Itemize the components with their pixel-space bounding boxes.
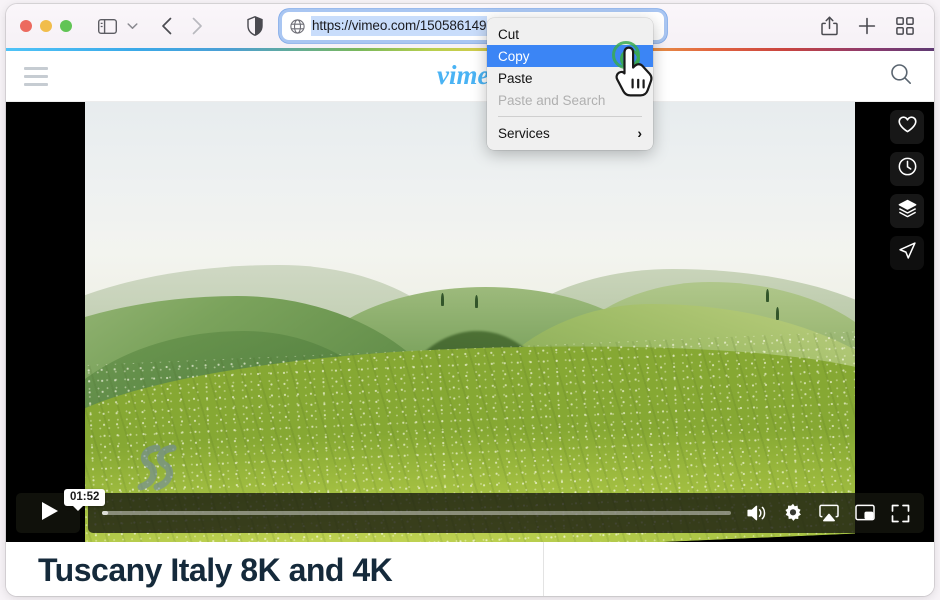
context-menu-item-paste-and-search: Paste and Search bbox=[487, 89, 653, 111]
video-side-actions bbox=[890, 110, 924, 270]
gear-icon[interactable] bbox=[783, 503, 803, 523]
zoom-window-button[interactable] bbox=[60, 20, 72, 32]
sidebar-icon[interactable] bbox=[94, 15, 120, 37]
context-menu-item-copy[interactable]: Copy bbox=[487, 45, 653, 67]
context-menu-item-label: Copy bbox=[498, 49, 530, 64]
current-time-tooltip: 01:52 bbox=[64, 489, 105, 506]
browser-window: https://vimeo.com/150586149 bbox=[6, 4, 934, 596]
video-info-section: Tuscany Italy 8K and 4K bbox=[6, 542, 934, 596]
video-player[interactable]: 01:52 bbox=[6, 102, 934, 542]
context-menu-item-label: Cut bbox=[498, 27, 519, 42]
paper-plane-icon bbox=[898, 241, 917, 265]
heart-icon bbox=[898, 115, 917, 139]
screen: https://vimeo.com/150586149 bbox=[0, 0, 940, 600]
studio-watermark-icon bbox=[127, 442, 183, 494]
context-menu-item-label: Services bbox=[498, 126, 550, 141]
watch-later-button[interactable] bbox=[890, 152, 924, 186]
clock-icon bbox=[898, 157, 917, 181]
progress-fill bbox=[102, 511, 108, 515]
context-menu-item-cut[interactable]: Cut bbox=[487, 23, 653, 45]
play-icon bbox=[38, 501, 59, 526]
video-info-main: Tuscany Italy 8K and 4K bbox=[6, 542, 543, 596]
minimize-window-button[interactable] bbox=[40, 20, 52, 32]
airplay-icon[interactable] bbox=[819, 504, 839, 522]
context-menu[interactable]: Cut Copy Paste Paste and Search Services… bbox=[487, 18, 653, 150]
grid-icon[interactable] bbox=[896, 17, 914, 35]
add-to-collection-button[interactable] bbox=[890, 194, 924, 228]
share-video-button[interactable] bbox=[890, 236, 924, 270]
layers-icon bbox=[898, 199, 917, 223]
plus-icon[interactable] bbox=[858, 17, 876, 35]
back-arrow-icon[interactable] bbox=[152, 13, 182, 39]
search-icon[interactable] bbox=[890, 63, 916, 89]
volume-icon[interactable] bbox=[747, 504, 767, 522]
browser-toolbar: https://vimeo.com/150586149 bbox=[6, 4, 934, 48]
pip-icon[interactable] bbox=[855, 504, 875, 522]
context-menu-separator bbox=[498, 116, 642, 117]
chevron-down-icon[interactable] bbox=[122, 15, 142, 37]
page-title: Tuscany Italy 8K and 4K bbox=[38, 552, 543, 589]
toolbar-right-actions bbox=[821, 16, 920, 36]
video-frame bbox=[85, 102, 855, 542]
page-content: vimeo bbox=[6, 48, 934, 596]
vimeo-logo[interactable]: vimeo bbox=[6, 61, 934, 91]
fullscreen-icon[interactable] bbox=[891, 504, 910, 523]
player-control-icons bbox=[747, 503, 910, 523]
context-menu-item-services[interactable]: Services › bbox=[487, 122, 653, 144]
globe-icon bbox=[290, 19, 305, 34]
forward-arrow-icon bbox=[182, 13, 212, 39]
progress-bar-container[interactable] bbox=[88, 493, 924, 533]
privacy-shield-icon[interactable] bbox=[238, 13, 272, 39]
cypress-tree bbox=[766, 289, 769, 302]
menu-icon[interactable] bbox=[24, 67, 48, 86]
context-menu-item-paste[interactable]: Paste bbox=[487, 67, 653, 89]
share-icon[interactable] bbox=[821, 16, 838, 36]
like-button[interactable] bbox=[890, 110, 924, 144]
site-header: vimeo bbox=[6, 51, 934, 102]
address-bar-text[interactable]: https://vimeo.com/150586149 bbox=[311, 16, 487, 36]
context-menu-item-label: Paste bbox=[498, 71, 533, 86]
close-window-button[interactable] bbox=[20, 20, 32, 32]
window-controls bbox=[20, 20, 72, 32]
submenu-arrow-icon: › bbox=[637, 125, 642, 141]
content-divider bbox=[543, 542, 544, 596]
context-menu-item-label: Paste and Search bbox=[498, 93, 605, 108]
cypress-tree bbox=[441, 293, 444, 306]
progress-track[interactable] bbox=[102, 511, 731, 515]
cypress-tree bbox=[475, 295, 478, 308]
player-controls bbox=[16, 493, 924, 533]
